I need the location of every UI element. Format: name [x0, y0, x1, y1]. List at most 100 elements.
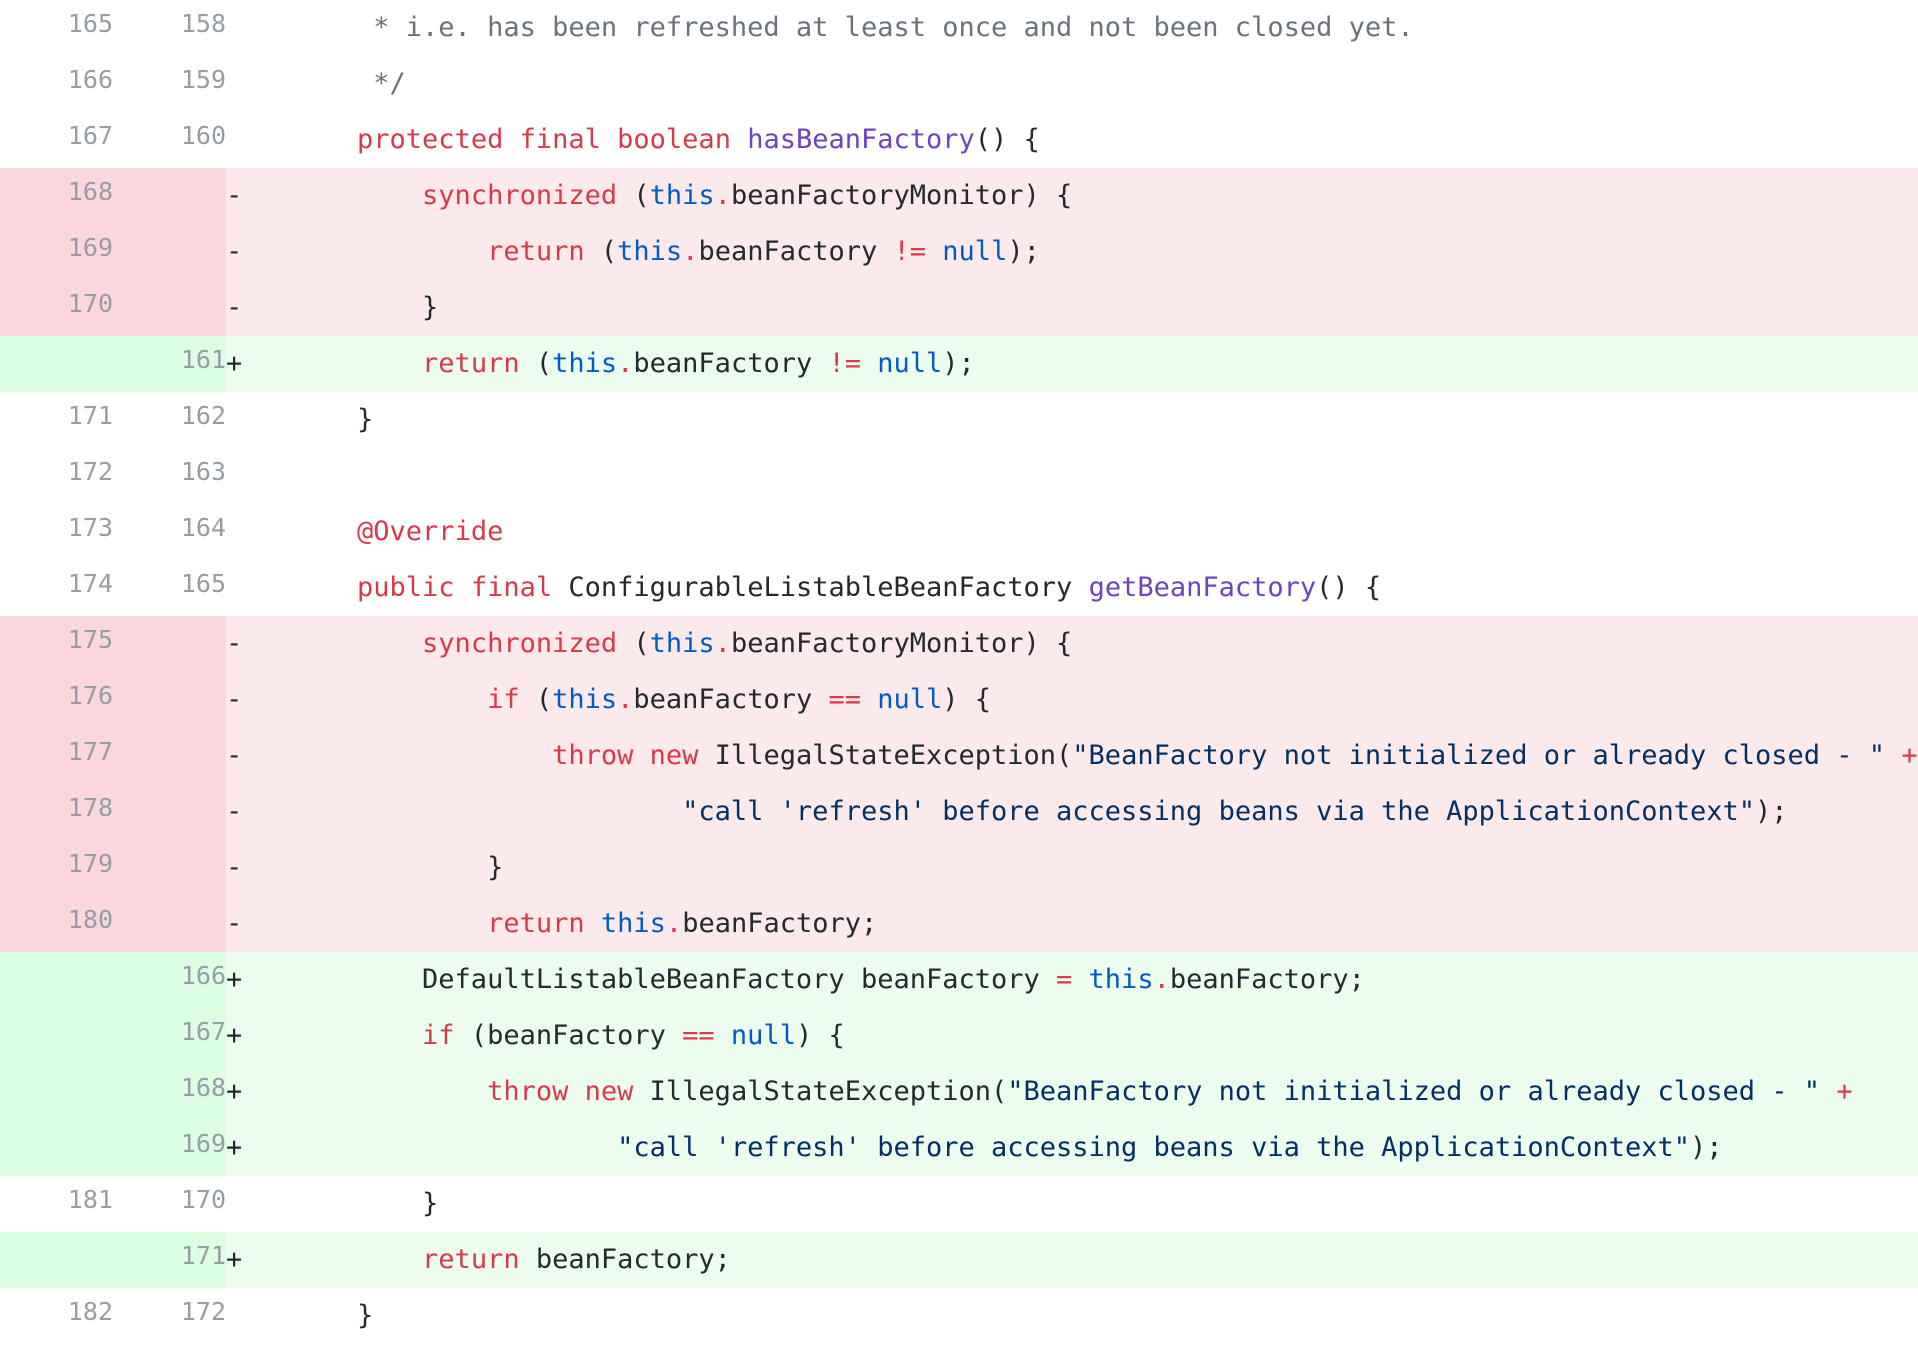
code-token: () { [974, 124, 1040, 155]
new-line-number[interactable] [113, 280, 226, 336]
old-line-number[interactable] [0, 1064, 113, 1120]
old-line-number[interactable] [0, 1232, 113, 1288]
code-token: ) { [795, 1020, 845, 1051]
old-line-number[interactable] [0, 952, 113, 1008]
new-line-number[interactable] [113, 728, 226, 784]
code-content: return this.beanFactory; [292, 896, 1918, 952]
new-line-number[interactable]: 158 [113, 0, 226, 56]
code-token: ); [1755, 796, 1788, 827]
code-token: IllegalStateException( [698, 740, 1073, 771]
code-token: return [487, 908, 585, 939]
old-line-number[interactable]: 173 [0, 504, 113, 560]
old-line-number[interactable]: 175 [0, 616, 113, 672]
code-token: "call 'refresh' before accessing beans v… [617, 1132, 1690, 1163]
code-token: == [682, 1020, 715, 1051]
new-line-number[interactable] [113, 896, 226, 952]
diff-body: 165 158 * i.e. has been refreshed at leas… [0, 0, 1918, 1344]
code-line: } [292, 392, 373, 448]
old-line-number[interactable]: 169 [0, 224, 113, 280]
old-line-number[interactable]: 176 [0, 672, 113, 728]
code-token: != [893, 236, 927, 267]
deleted-line: 176 - if (this.beanFactory == null) { [0, 672, 1918, 728]
code-token: this [617, 236, 683, 267]
new-line-number[interactable]: 171 [113, 1232, 226, 1288]
new-line-number[interactable]: 162 [113, 392, 226, 448]
code-token: ( [617, 628, 650, 659]
code-token: ( [519, 684, 553, 715]
deleted-line: 169 - return (this.beanFactory != null); [0, 224, 1918, 280]
added-line: 171 + return beanFactory; [0, 1232, 1918, 1288]
old-line-number[interactable]: 166 [0, 56, 113, 112]
code-token: ( [584, 236, 618, 267]
old-line-number[interactable]: 170 [0, 280, 113, 336]
code-token: ConfigurableListableBeanFactory [552, 572, 1089, 603]
code-line: public final ConfigurableListableBeanFac… [292, 560, 1381, 616]
code-token: throw [487, 1076, 569, 1107]
context-line: 166 159 */ [0, 56, 1918, 112]
code-token: this [600, 908, 666, 939]
old-line-number[interactable]: 181 [0, 1176, 113, 1232]
code-token: return [422, 1244, 520, 1275]
code-line: throw new IllegalStateException("BeanFac… [292, 1064, 1853, 1120]
code-token: this [1088, 964, 1154, 995]
new-line-number[interactable]: 160 [113, 112, 226, 168]
code-content: DefaultListableBeanFactory beanFactory =… [292, 952, 1918, 1008]
deletion-marker: - [226, 280, 292, 336]
new-line-number[interactable]: 172 [113, 1288, 226, 1344]
code-token: new [649, 740, 699, 771]
code-token: . [665, 908, 683, 939]
new-line-number[interactable]: 166 [113, 952, 226, 1008]
context-marker [226, 1176, 292, 1232]
added-line: 169 + "call 'refresh' before accessing be… [0, 1120, 1918, 1176]
new-line-number[interactable] [113, 840, 226, 896]
new-line-number[interactable] [113, 784, 226, 840]
code-line: } [292, 840, 503, 896]
old-line-number[interactable]: 180 [0, 896, 113, 952]
old-line-number[interactable]: 182 [0, 1288, 113, 1344]
new-line-number[interactable]: 165 [113, 560, 226, 616]
old-line-number[interactable]: 174 [0, 560, 113, 616]
old-line-number[interactable]: 178 [0, 784, 113, 840]
new-line-number[interactable] [113, 616, 226, 672]
old-line-number[interactable]: 167 [0, 112, 113, 168]
old-line-number[interactable] [0, 336, 113, 392]
code-content: return (this.beanFactory != null); [292, 336, 1918, 392]
new-line-number[interactable] [113, 168, 226, 224]
context-marker [226, 392, 292, 448]
code-content: return (this.beanFactory != null); [292, 224, 1918, 280]
code-content: "call 'refresh' before accessing beans v… [292, 784, 1918, 840]
old-line-number[interactable] [0, 1120, 113, 1176]
deletion-marker: - [226, 224, 292, 280]
context-marker [226, 56, 292, 112]
old-line-number[interactable]: 179 [0, 840, 113, 896]
old-line-number[interactable]: 171 [0, 392, 113, 448]
old-line-number[interactable] [0, 1008, 113, 1064]
new-line-number[interactable]: 168 [113, 1064, 226, 1120]
new-line-number[interactable]: 164 [113, 504, 226, 560]
new-line-number[interactable] [113, 672, 226, 728]
old-line-number[interactable]: 168 [0, 168, 113, 224]
new-line-number[interactable]: 167 [113, 1008, 226, 1064]
new-line-number[interactable]: 163 [113, 448, 226, 504]
code-content: synchronized (this.beanFactoryMonitor) { [292, 616, 1918, 672]
code-token: DefaultListableBeanFactory beanFactory [292, 964, 1057, 995]
old-line-number[interactable]: 177 [0, 728, 113, 784]
old-line-number[interactable]: 165 [0, 0, 113, 56]
new-line-number[interactable]: 159 [113, 56, 226, 112]
deleted-line: 177 - throw new IllegalStateException("Be… [0, 728, 1918, 784]
code-line: } [292, 280, 438, 336]
new-line-number[interactable]: 161 [113, 336, 226, 392]
new-line-number[interactable]: 170 [113, 1176, 226, 1232]
old-line-number[interactable]: 172 [0, 448, 113, 504]
new-line-number[interactable]: 169 [113, 1120, 226, 1176]
code-token: @Override [357, 516, 504, 547]
code-token: protected [357, 124, 504, 155]
code-token: beanFactoryMonitor) { [730, 180, 1073, 211]
deletion-marker: - [226, 168, 292, 224]
new-line-number[interactable] [113, 224, 226, 280]
